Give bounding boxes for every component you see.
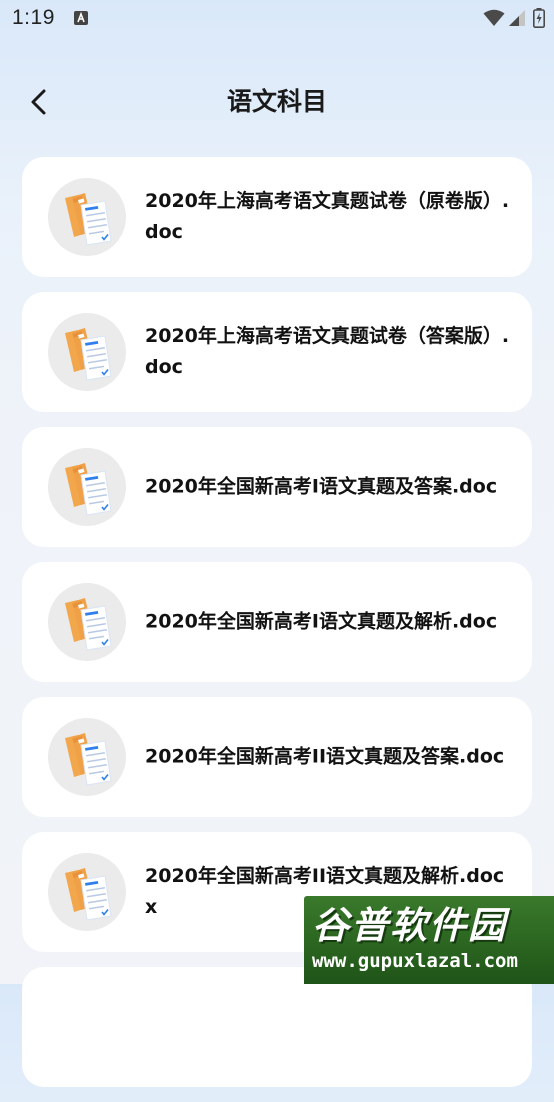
watermark-logo: 谷普软件园 www.gupuxlazal.com bbox=[304, 896, 554, 984]
header: 语文科目 bbox=[0, 70, 554, 132]
file-list-item[interactable]: 2020年全国新高考I语文真题及解析.doc bbox=[22, 562, 532, 682]
battery-icon bbox=[533, 8, 545, 32]
file-name: 2020年全国新高考II语文真题及答案.doc bbox=[145, 745, 505, 768]
file-name: 2020年全国新高考I语文真题及答案.doc bbox=[145, 475, 498, 498]
document-folder-icon bbox=[47, 447, 127, 527]
watermark-url: www.gupuxlazal.com bbox=[312, 950, 518, 972]
status-time: 1:19 bbox=[12, 6, 55, 29]
signal-icon bbox=[508, 9, 526, 31]
file-list-item[interactable] bbox=[22, 967, 532, 1087]
document-folder-icon bbox=[47, 312, 127, 392]
file-name: 2020年上海高考语文真题试卷（原卷版）.doc bbox=[145, 190, 510, 243]
file-list-item[interactable]: 2020年全国新高考I语文真题及答案.doc bbox=[22, 427, 532, 547]
notification-a-icon bbox=[73, 10, 89, 30]
document-folder-icon bbox=[47, 717, 127, 797]
wifi-icon bbox=[483, 9, 505, 31]
document-folder-icon bbox=[47, 582, 127, 662]
status-bar: 1:19 bbox=[0, 0, 554, 40]
file-name: 2020年上海高考语文真题试卷（答案版）.doc bbox=[145, 325, 510, 378]
file-name: 2020年全国新高考I语文真题及解析.doc bbox=[145, 610, 498, 633]
file-list-item[interactable]: 2020年上海高考语文真题试卷（原卷版）.doc bbox=[22, 157, 532, 277]
watermark-title: 谷普软件园 bbox=[312, 904, 507, 947]
status-icons bbox=[483, 8, 545, 32]
document-folder-icon bbox=[47, 177, 127, 257]
file-list-item[interactable]: 2020年全国新高考II语文真题及答案.doc bbox=[22, 697, 532, 817]
file-list-item[interactable]: 2020年上海高考语文真题试卷（答案版）.doc bbox=[22, 292, 532, 412]
page-title: 语文科目 bbox=[226, 87, 327, 116]
document-folder-icon bbox=[47, 852, 127, 932]
